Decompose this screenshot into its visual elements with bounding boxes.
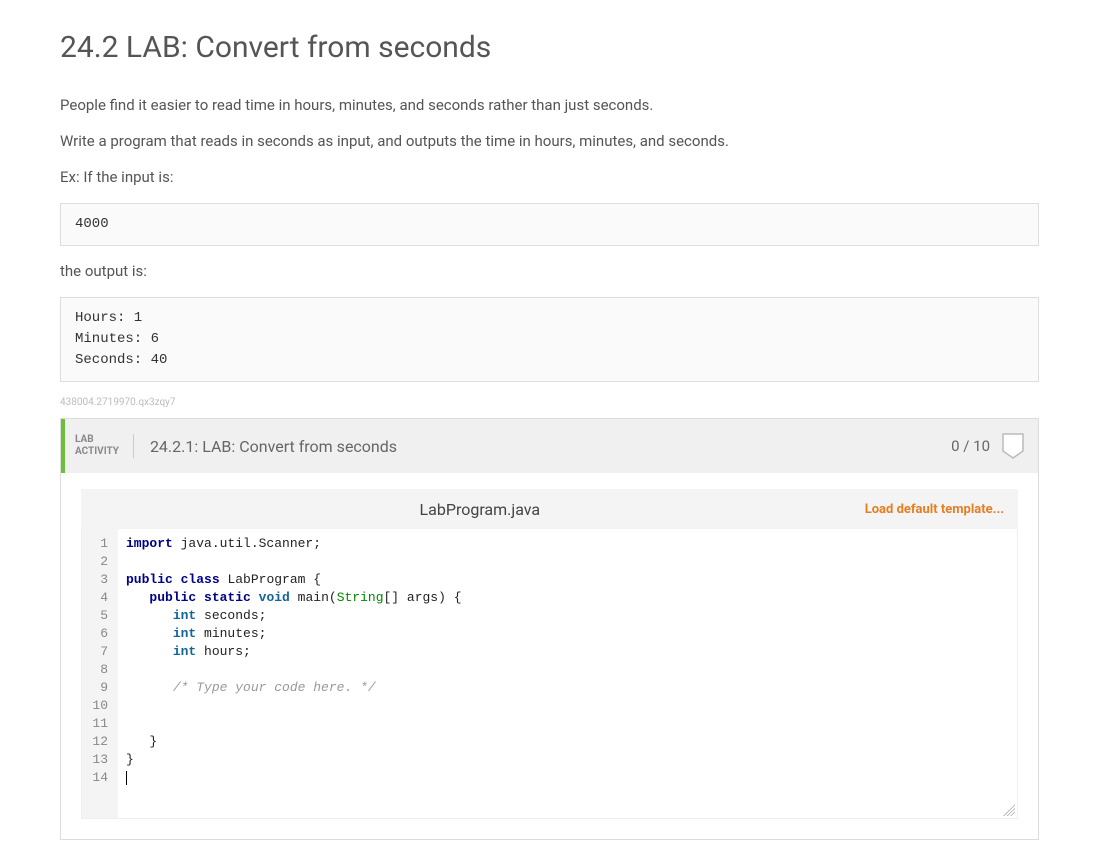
example-input-block: 4000 [60,203,1039,246]
lab-tag-line1: LAB [75,434,119,446]
lab-header: LAB ACTIVITY 24.2.1: LAB: Convert from s… [61,419,1038,473]
lab-activity-title: 24.2.1: LAB: Convert from seconds [150,437,951,456]
lab-body: LabProgram.java Load default template...… [61,473,1038,839]
score-badge-icon [1002,433,1024,459]
load-default-template-button[interactable]: Load default template... [865,502,1004,517]
lab-score: 0 / 10 [951,437,990,455]
description-p2: Write a program that reads in seconds as… [60,131,1039,152]
file-name: LabProgram.java [95,500,865,519]
file-bar: LabProgram.java Load default template... [81,489,1018,529]
lab-card: LAB ACTIVITY 24.2.1: LAB: Convert from s… [60,418,1039,840]
code-editor[interactable]: 1234567891011121314 import java.util.Sca… [81,529,1018,819]
code-area[interactable]: import java.util.Scanner; public class L… [118,529,1017,818]
resize-grip-icon[interactable] [1003,804,1015,816]
lab-tag: LAB ACTIVITY [75,434,134,458]
tiny-id: 438004.2719970.qx3zqy7 [60,397,1039,408]
lab-tag-line2: ACTIVITY [75,446,119,458]
page-title: 24.2 LAB: Convert from seconds [60,30,1039,65]
example-output-label: the output is: [60,261,1039,282]
line-gutter: 1234567891011121314 [82,529,118,818]
example-input-label: Ex: If the input is: [60,167,1039,188]
description-p1: People find it easier to read time in ho… [60,95,1039,116]
example-output-block: Hours: 1 Minutes: 6 Seconds: 40 [60,297,1039,382]
